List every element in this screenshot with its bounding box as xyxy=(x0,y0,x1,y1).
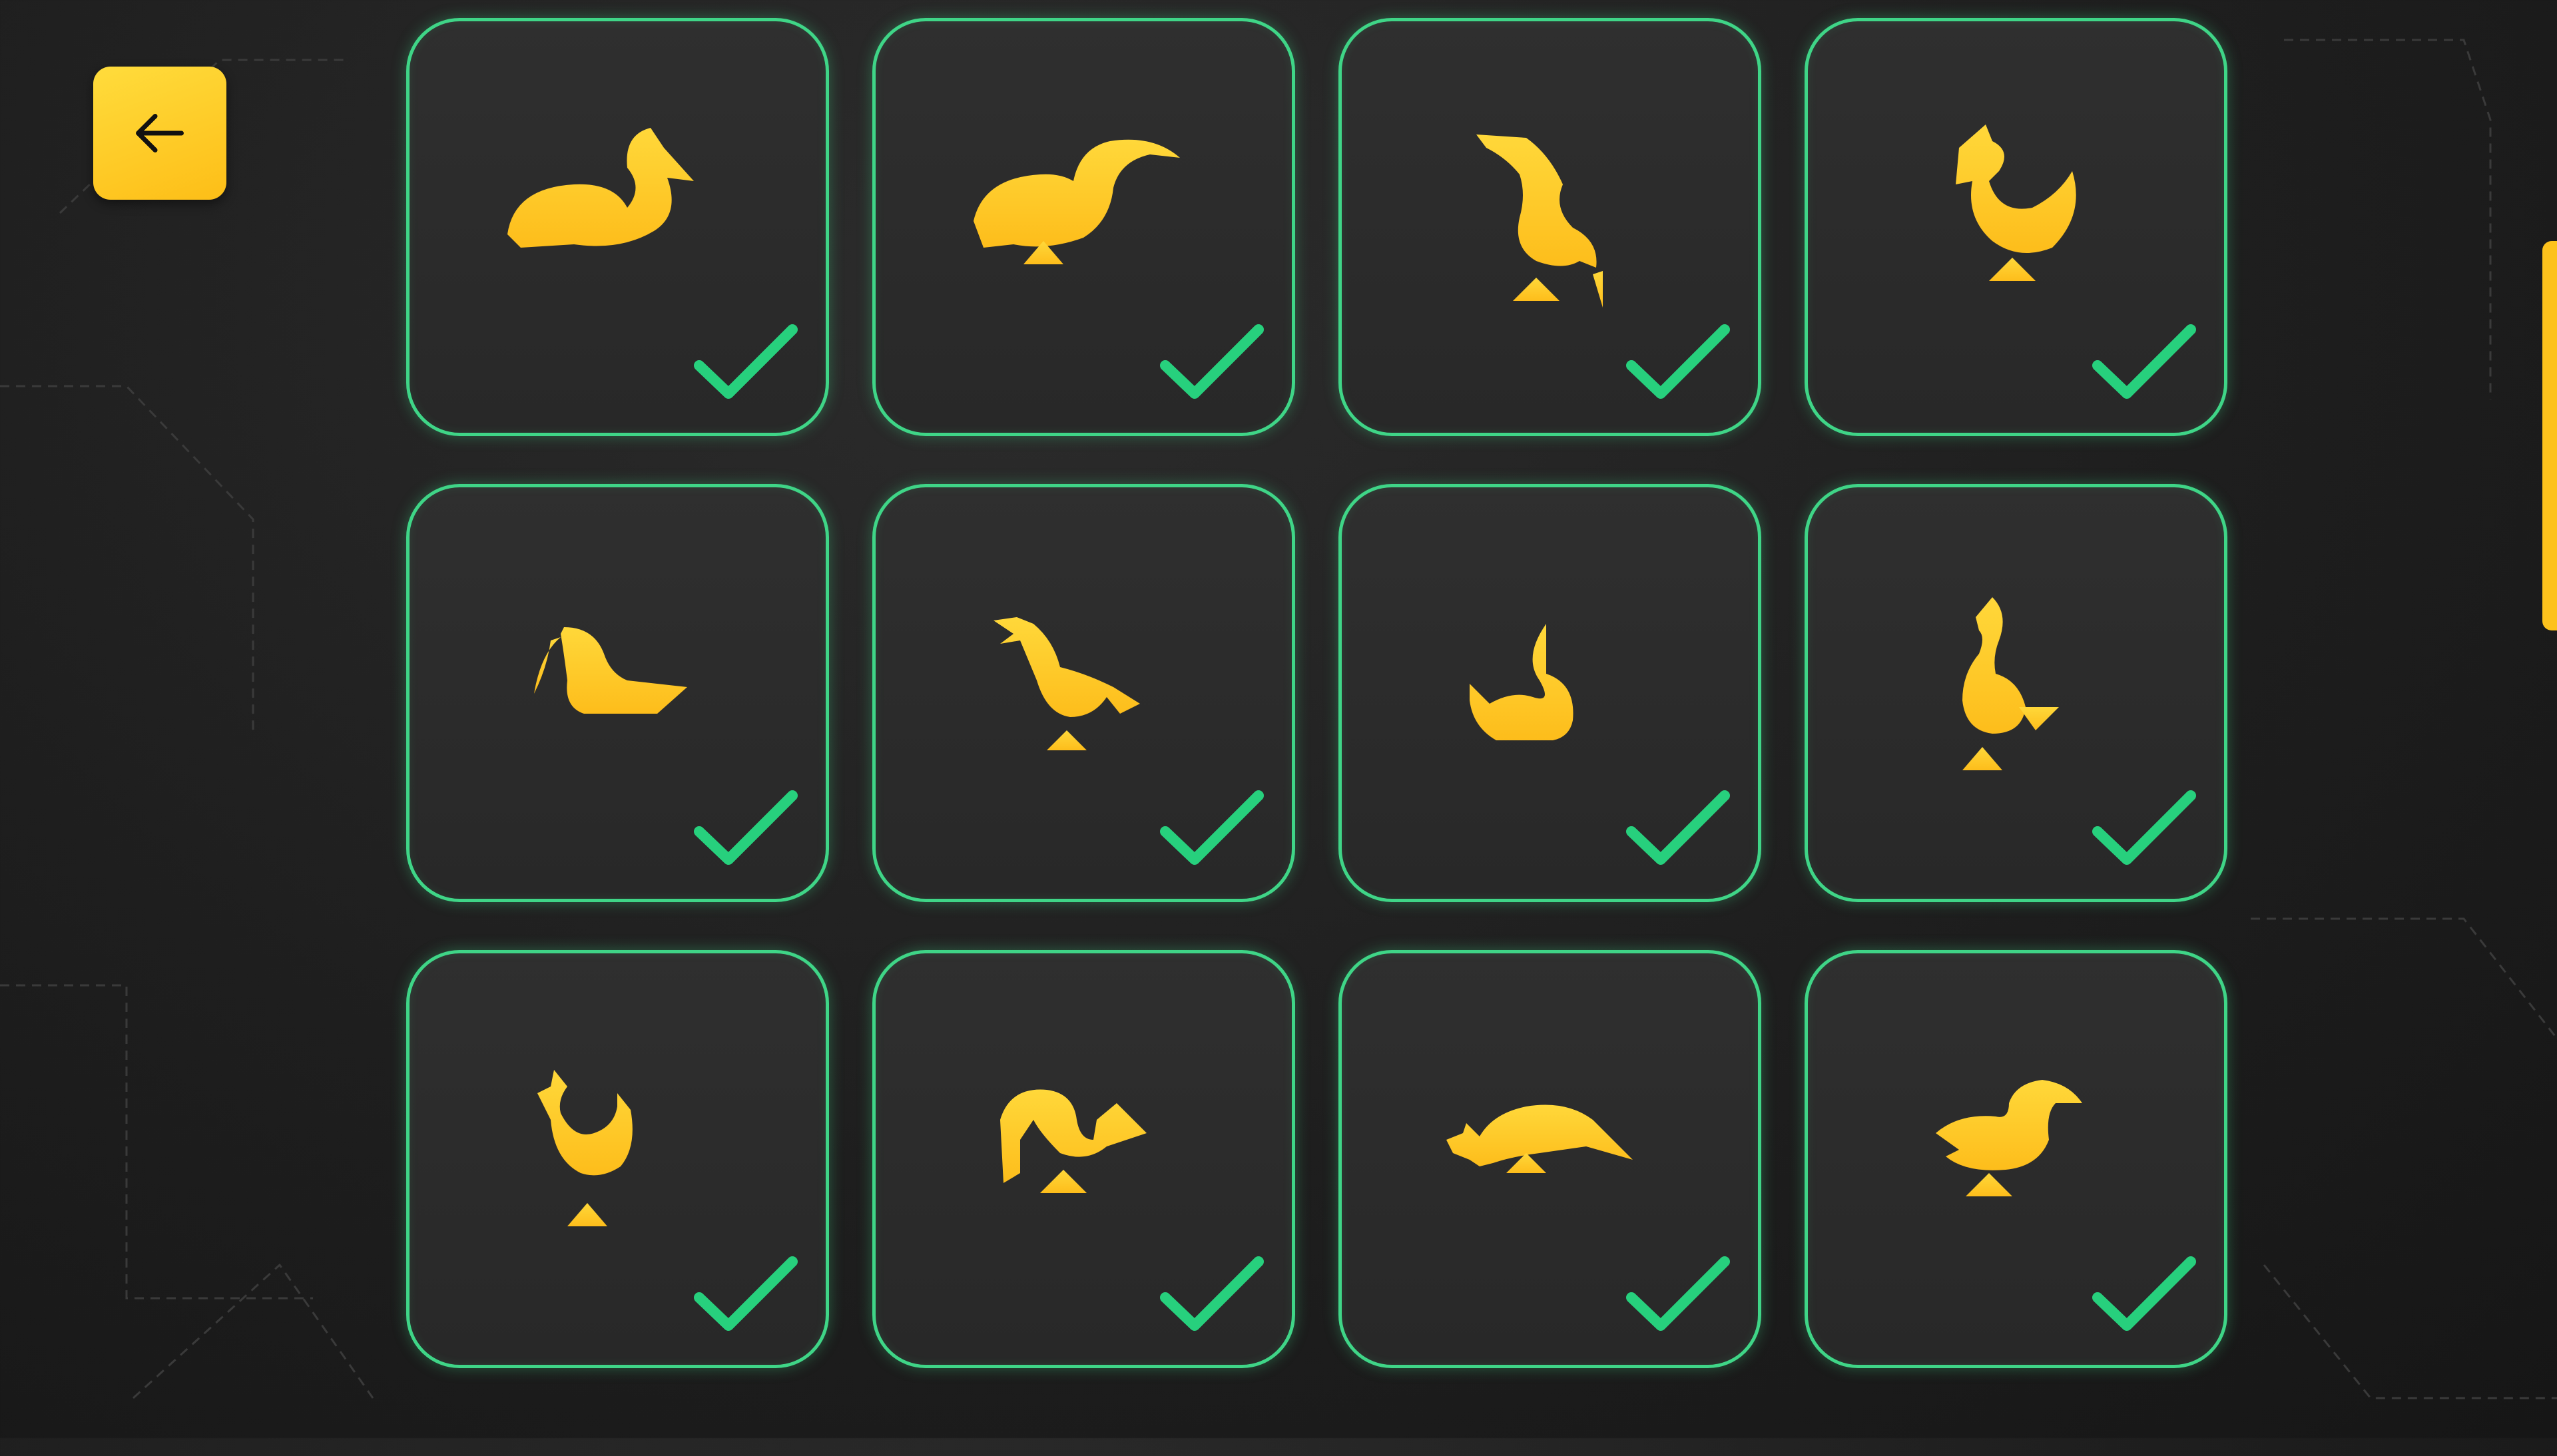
chick-silhouette xyxy=(537,1070,633,1226)
swan-curled-silhouette xyxy=(1470,624,1573,740)
level-tile[interactable] xyxy=(1805,18,2227,436)
level-tile[interactable] xyxy=(406,950,829,1368)
level-tile[interactable] xyxy=(1805,484,2227,902)
goose-standing-silhouette xyxy=(1962,597,2059,770)
level-tile[interactable] xyxy=(1805,950,2227,1368)
goose-silhouette xyxy=(1476,134,1603,308)
check-icon xyxy=(694,1256,798,1331)
crested-bird-silhouette xyxy=(994,617,1140,750)
level-tile[interactable] xyxy=(872,18,1295,436)
check-icon xyxy=(2092,324,2196,399)
side-scroll-handle[interactable] xyxy=(2542,241,2557,630)
check-icon xyxy=(1160,790,1264,865)
duck-silhouette xyxy=(1936,1080,2082,1196)
arrow-left-icon xyxy=(136,114,184,152)
level-tile[interactable] xyxy=(406,484,829,902)
level-tile[interactable] xyxy=(1338,484,1761,902)
toucan-silhouette xyxy=(974,139,1180,264)
pecking-bird-silhouette xyxy=(1000,1089,1147,1193)
check-icon xyxy=(1160,324,1264,399)
back-button[interactable] xyxy=(93,67,226,200)
level-tile[interactable] xyxy=(872,484,1295,902)
swan-silhouette xyxy=(507,128,694,248)
check-icon xyxy=(694,324,798,399)
bird-silhouette xyxy=(1956,124,2076,281)
level-tile[interactable] xyxy=(1338,18,1761,436)
level-tile[interactable] xyxy=(406,18,829,436)
level-tile[interactable] xyxy=(872,950,1295,1368)
flying-bird-silhouette xyxy=(1446,1104,1633,1173)
level-tile[interactable] xyxy=(1338,950,1761,1368)
check-icon xyxy=(1626,790,1730,865)
level-grid xyxy=(406,18,2231,1456)
check-icon xyxy=(1160,1256,1264,1331)
check-icon xyxy=(694,790,798,865)
pelican-silhouette xyxy=(534,627,687,714)
check-icon xyxy=(2092,1256,2196,1331)
check-icon xyxy=(2092,790,2196,865)
check-icon xyxy=(1626,1256,1730,1331)
check-icon xyxy=(1626,324,1730,399)
